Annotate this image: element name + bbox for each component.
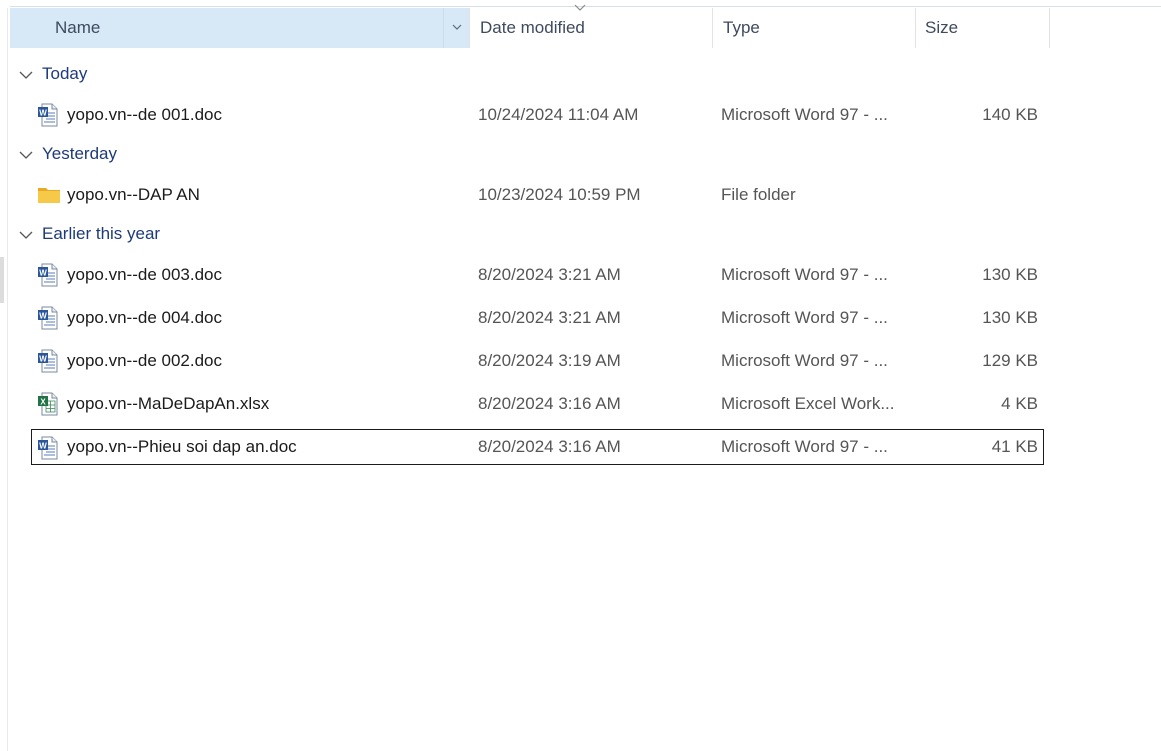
file-size: 130 KB [982,308,1038,327]
column-dropdown-chevron-icon[interactable] [443,8,470,48]
group-header[interactable]: Today [18,61,87,87]
file-row[interactable]: X yopo.vn--MaDeDapAn.xlsx 8/20/2024 3:16 … [31,386,1044,422]
column-header-type[interactable]: Type [712,8,915,48]
excel-xlsx-icon: X [37,386,61,422]
file-name: yopo.vn--DAP AN [67,185,200,204]
chevron-down-icon[interactable] [18,70,36,80]
file-type: Microsoft Word 97 - ... [721,265,888,284]
column-header-size-label: Size [925,18,959,37]
file-name: yopo.vn--Phieu soi dap an.doc [67,437,297,456]
file-date-modified: 8/20/2024 3:16 AM [478,437,621,456]
word-doc-icon: W [37,300,61,336]
file-row[interactable]: W yopo.vn--de 001.doc 10/24/2024 11:04 AM… [31,97,1044,133]
svg-text:W: W [39,355,47,364]
word-doc-icon: W [37,343,61,379]
column-header-size[interactable]: Size [915,8,1050,48]
file-date-modified: 8/20/2024 3:19 AM [478,351,621,370]
svg-text:W: W [39,109,47,118]
group-header[interactable]: Earlier this year [18,221,160,247]
file-row[interactable]: W yopo.vn--de 003.doc 8/20/2024 3:21 AM Mi… [31,257,1044,293]
svg-text:W: W [39,269,47,278]
group-header-label: Yesterday [42,144,117,163]
column-header-bar: Name Date modified Type Size [10,8,1050,48]
file-size: 41 KB [991,437,1038,456]
file-size: 4 KB [1001,394,1038,413]
folder-icon [37,177,61,213]
file-date-modified: 8/20/2024 3:21 AM [478,308,621,327]
file-name: yopo.vn--de 001.doc [67,105,222,124]
file-type: Microsoft Excel Work... [721,394,895,413]
file-name: yopo.vn--de 004.doc [67,308,222,327]
file-size: 130 KB [982,265,1038,284]
file-type: Microsoft Word 97 - ... [721,351,888,370]
file-size: 140 KB [982,105,1038,124]
svg-text:X: X [40,398,46,407]
file-row[interactable]: W yopo.vn--de 004.doc 8/20/2024 3:21 AM Mi… [31,300,1044,336]
column-header-name[interactable]: Name [10,8,469,48]
group-header-label: Earlier this year [42,224,161,243]
navigation-pane-edge [7,8,8,751]
column-header-type-label: Type [723,18,760,37]
word-doc-icon: W [37,430,61,466]
svg-text:W: W [39,442,47,451]
column-header-date-label: Date modified [480,18,585,37]
file-type: Microsoft Word 97 - ... [721,437,888,456]
file-type: Microsoft Word 97 - ... [721,308,888,327]
file-date-modified: 8/20/2024 3:16 AM [478,394,621,413]
file-date-modified: 8/20/2024 3:21 AM [478,265,621,284]
file-type: File folder [721,185,796,204]
file-name: yopo.vn--de 002.doc [67,351,222,370]
file-row[interactable]: W yopo.vn--de 002.doc 8/20/2024 3:19 AM Mi… [31,343,1044,379]
chevron-down-icon[interactable] [18,150,36,160]
svg-text:W: W [39,312,47,321]
chevron-down-icon[interactable] [18,230,36,240]
navigation-pane-scrollbar[interactable] [0,257,4,303]
file-name: yopo.vn--de 003.doc [67,265,222,284]
word-doc-icon: W [37,257,61,293]
group-header-label: Today [42,64,88,83]
group-header[interactable]: Yesterday [18,141,117,167]
file-date-modified: 10/24/2024 11:04 AM [478,105,639,124]
file-name: yopo.vn--MaDeDapAn.xlsx [67,394,270,413]
file-row[interactable]: yopo.vn--DAP AN 10/23/2024 10:59 PM File f… [31,177,1044,213]
file-explorer-window: Name Date modified Type Size Today W yop… [0,0,1161,751]
file-date-modified: 10/23/2024 10:59 PM [478,185,641,204]
file-type: Microsoft Word 97 - ... [721,105,888,124]
file-row[interactable]: W yopo.vn--Phieu soi dap an.doc 8/20/2024… [31,429,1044,465]
column-header-date-modified[interactable]: Date modified [469,8,712,48]
column-header-name-label: Name [55,18,101,37]
word-doc-icon: W [37,97,61,133]
file-size: 129 KB [982,351,1038,370]
